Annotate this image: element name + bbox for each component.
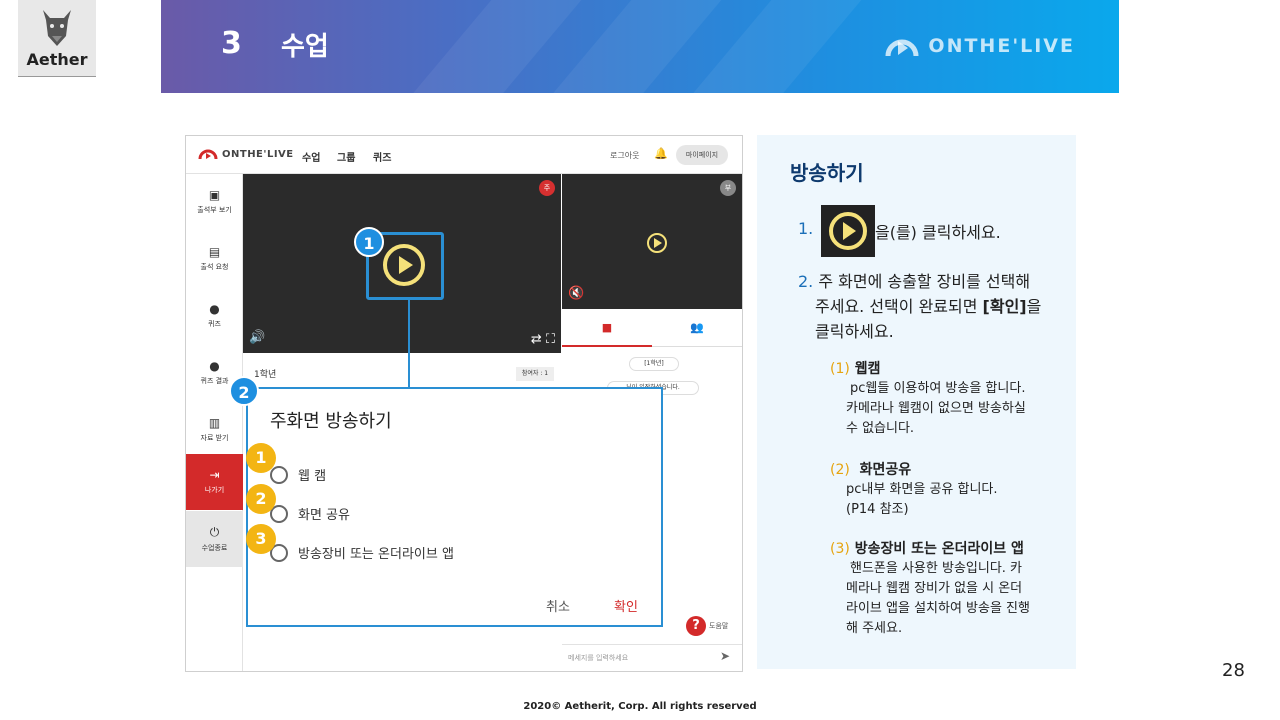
callout-play: 1	[354, 227, 384, 257]
bell-icon[interactable]: 🔔	[654, 147, 668, 160]
confirm-button[interactable]: 확인	[614, 596, 638, 615]
chat-tabs: ■ 👥	[562, 309, 742, 347]
sidebar-item-quiz[interactable]: ● 퀴즈	[186, 288, 243, 344]
copyright: 2020© Aetherit, Corp. All rights reserve…	[523, 701, 757, 712]
nav-class[interactable]: 수업	[302, 149, 320, 164]
main-badge: 주	[539, 180, 555, 196]
step1-play-icon	[821, 205, 875, 257]
option-webcam[interactable]: 웹 캠	[270, 465, 326, 484]
callout-option-2: 2	[246, 484, 276, 514]
sidebar-item-attendance[interactable]: ▣ 출석부 보기	[186, 174, 243, 230]
download-icon: ▥	[208, 416, 221, 430]
step1-number: 1.	[798, 219, 814, 238]
step2-text: 2. 주 화면에 송출할 장비를 선택해 주세요. 선택이 완료되면 [확인]을…	[798, 272, 1042, 341]
aether-logo: Aether	[18, 0, 96, 77]
callout-option-3: 3	[246, 524, 276, 554]
nav-brand[interactable]: ONTHE'LIVE	[198, 148, 294, 160]
nav-quiz[interactable]: 퀴즈	[373, 149, 391, 164]
radio-webcam[interactable]	[270, 465, 288, 484]
sub-badge: 부	[720, 180, 736, 196]
panel-title: 방송하기	[790, 161, 864, 185]
logo-text: Aether	[26, 50, 88, 69]
help-icon: ?	[686, 616, 706, 636]
bull-head-icon	[43, 10, 71, 46]
arrow-line	[408, 300, 410, 400]
help-button[interactable]: ? 도움말	[686, 616, 728, 636]
play-brand-icon	[885, 39, 919, 57]
instructions-panel: 방송하기 1. 을(를) 클릭하세요. 2. 주 화면에 송출할 장비를 선택해…	[757, 135, 1076, 669]
broadcast-dialog: 주화면 방송하기 웹 캠 화면 공유 방송장비 또는 온더라이브 앱 취소 확인	[246, 387, 663, 627]
section-title: 수업	[281, 32, 329, 62]
volume-icon[interactable]: 🔊	[249, 330, 265, 345]
fullscreen-icon[interactable]: ⇄ ⛶	[531, 332, 555, 347]
send-icon[interactable]: ➤	[720, 649, 730, 663]
exit-icon: ⇥	[209, 468, 220, 482]
tab-chat[interactable]: ■	[562, 309, 652, 347]
option-device-app[interactable]: 방송장비 또는 온더라이브 앱	[270, 543, 454, 562]
option-screen-share[interactable]: 화면 공유	[270, 504, 350, 523]
participants-badge: 참여자 : 1	[516, 367, 554, 381]
nav-group[interactable]: 그룹	[337, 149, 355, 164]
request-icon: ▤	[208, 245, 221, 259]
quiz-result-icon: ●	[209, 359, 220, 373]
sidebar-item-download[interactable]: ▥ 자료 받기	[186, 402, 243, 458]
message-input[interactable]: 메세지를 입력하세요	[562, 644, 742, 671]
section-number: 3	[221, 26, 242, 61]
cancel-button[interactable]: 취소	[546, 596, 570, 615]
dialog-title: 주화면 방송하기	[270, 411, 392, 432]
chat-grade-chip: [1학년]	[629, 357, 679, 371]
header-banner: 3 수업 ONTHE'LIVE	[161, 0, 1119, 93]
page-number: 28	[1222, 660, 1245, 681]
onthelive-logo-icon	[198, 149, 218, 160]
sub-video: 부 🔇	[562, 174, 742, 309]
attendance-icon: ▣	[208, 188, 221, 202]
quiz-icon: ●	[209, 302, 220, 316]
brand-text: ONTHE'LIVE	[928, 35, 1075, 57]
sidebar-item-attendance-request[interactable]: ▤ 출석 요청	[186, 231, 243, 287]
sub-play-icon[interactable]	[646, 232, 668, 254]
logout-link[interactable]: 로그아웃	[610, 150, 639, 161]
step1-text: 을(를) 클릭하세요.	[875, 223, 1001, 242]
callout-dialog: 2	[229, 376, 259, 406]
tab-participants[interactable]: 👥	[652, 309, 742, 347]
sidebar: ▣ 출석부 보기 ▤ 출석 요청 ● 퀴즈 ● 퀴즈 결과 ▥ 자료 받기 ⇥ …	[186, 174, 243, 671]
brand-logo: ONTHE'LIVE	[884, 32, 1075, 60]
grade-label: 1학년	[254, 370, 277, 380]
top-nav: ONTHE'LIVE 수업 그룹 퀴즈 로그아웃 🔔 마이페이지	[186, 136, 742, 174]
mute-icon[interactable]: 🔇	[568, 286, 584, 301]
mypage-button[interactable]: 마이페이지	[676, 145, 728, 165]
sub-device-app: (3) 방송장비 또는 온더라이브 앱 핸드폰을 사용한 방송입니다. 카 메라…	[830, 541, 1030, 636]
sidebar-item-end-class[interactable]: ⏻ 수업종료	[186, 511, 243, 567]
sidebar-item-exit[interactable]: ⇥ 나가기	[186, 454, 243, 510]
sub-screen-share: (2) 화면공유 pc내부 화면을 공유 합니다. (P14 참조)	[830, 462, 998, 517]
sub-webcam: (1) 웹캠 pc웹들 이용하여 방송을 합니다. 카메라나 웹캠이 없으면 방…	[830, 361, 1026, 436]
power-icon: ⏻	[209, 525, 220, 539]
callout-option-1: 1	[246, 443, 276, 473]
